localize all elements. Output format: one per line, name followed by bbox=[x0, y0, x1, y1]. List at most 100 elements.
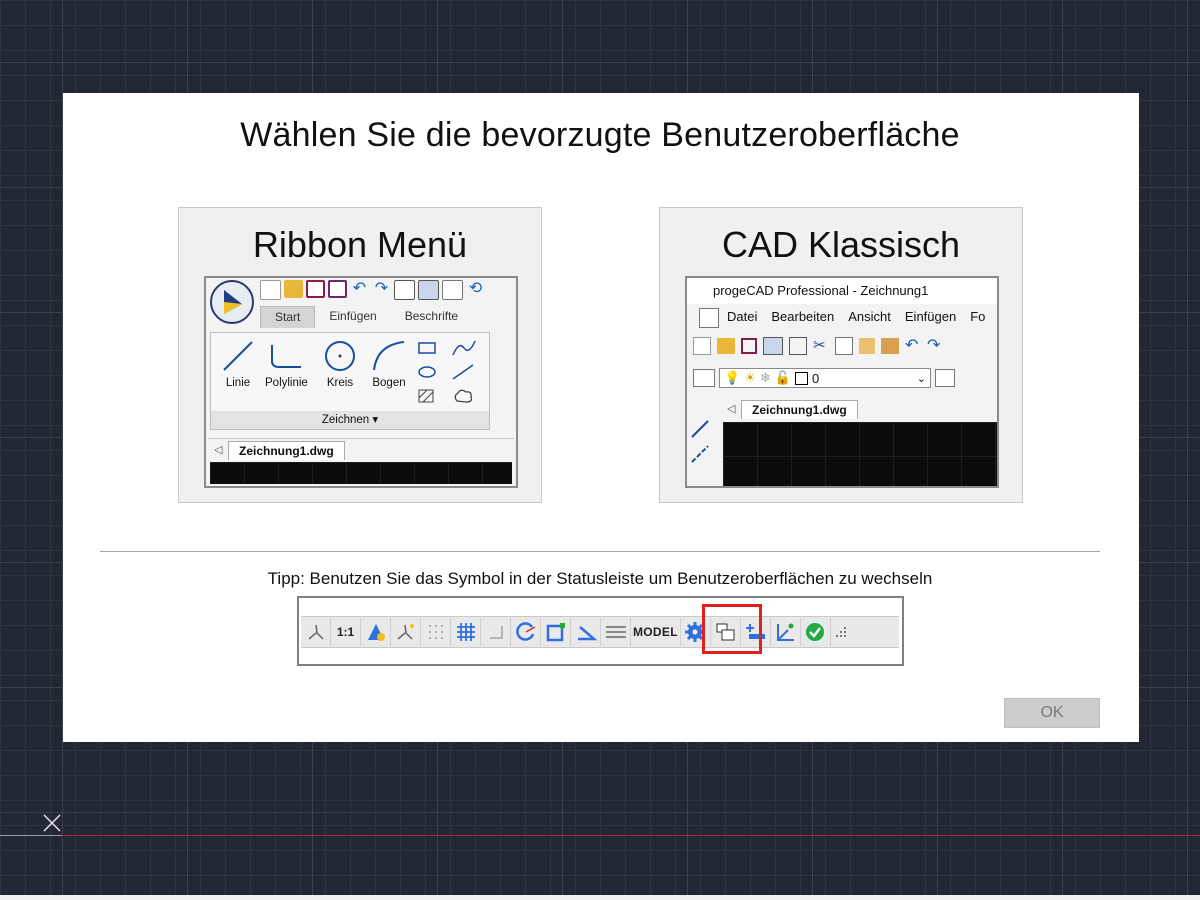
polyline-tool: Polylinie bbox=[265, 339, 308, 389]
layer-dropdown: 💡 ☀ ❄ 🔓 0 ⌄ bbox=[719, 368, 931, 388]
snap-icon bbox=[421, 618, 451, 646]
layer-previous-icon bbox=[935, 369, 955, 387]
tab-insert: Einfügen bbox=[329, 309, 377, 323]
save-icon bbox=[741, 338, 757, 354]
doc-tab-drawing1: Zeichnung1.dwg bbox=[741, 400, 858, 419]
paste-icon bbox=[859, 338, 875, 354]
ribbon-preview: ↶ ↷ ⟲ Start Einfügen Beschrifte Linie Po… bbox=[204, 276, 518, 488]
side-toolbar bbox=[689, 418, 719, 468]
auto-scale-icon bbox=[391, 618, 421, 646]
polyline-label: Polylinie bbox=[265, 377, 308, 389]
copy-icon bbox=[835, 337, 853, 355]
print-icon bbox=[418, 280, 439, 300]
grid-icon bbox=[451, 618, 481, 646]
check-icon bbox=[801, 618, 831, 646]
doc-tab-drawing1: Zeichnung1.dwg bbox=[228, 441, 345, 460]
statusbar: 1:1 MODEL bbox=[301, 616, 899, 648]
gear-icon[interactable] bbox=[681, 618, 711, 646]
document-tabs: ◁ Zeichnung1.dwg bbox=[721, 398, 997, 420]
circle-tool: Kreis bbox=[323, 339, 357, 389]
model-space-button: MODEL bbox=[631, 618, 681, 646]
open-folder-icon bbox=[717, 338, 735, 354]
option-classic-title: CAD Klassisch bbox=[721, 224, 961, 265]
bottom-strip bbox=[0, 895, 1200, 900]
match-properties-icon bbox=[881, 338, 899, 354]
properties-icon bbox=[442, 280, 463, 300]
statusbar-preview: 1:1 MODEL bbox=[297, 596, 904, 666]
freeze-icon: ❄ bbox=[759, 370, 771, 385]
draw-panel-title: Zeichnen bbox=[321, 414, 370, 426]
menu-view: Ansicht bbox=[848, 309, 891, 324]
line-tool: Linie bbox=[221, 339, 255, 389]
draw-panel-label: Zeichnen ▾ bbox=[211, 411, 489, 429]
ribbon-tabs: Start Einfügen Beschrifte bbox=[260, 306, 472, 328]
dialog-title: Wählen Sie die bevorzugte Benutzeroberfl… bbox=[240, 116, 960, 154]
classic-preview: progeCAD Professional - Zeichnung1 Datei… bbox=[685, 276, 999, 488]
dynamic-input-icon bbox=[741, 618, 771, 646]
window-switch-icon bbox=[711, 618, 741, 646]
tab-start: Start bbox=[260, 306, 316, 328]
osnap-icon bbox=[541, 618, 571, 646]
arc-label: Bogen bbox=[372, 377, 406, 389]
otrack-icon bbox=[571, 618, 601, 646]
open-folder-icon bbox=[284, 280, 303, 298]
cad-x-axis bbox=[62, 835, 1200, 836]
preview-icon bbox=[394, 280, 415, 300]
menu-insert: Einfügen bbox=[904, 309, 957, 324]
ok-button[interactable]: OK bbox=[1004, 698, 1100, 728]
annotation-visibility-icon bbox=[301, 618, 331, 646]
document-tabs: ◁ Zeichnung1.dwg bbox=[208, 438, 514, 463]
line-icon bbox=[223, 341, 253, 371]
window-title: progeCAD Professional - Zeichnung1 bbox=[687, 278, 997, 304]
option-ribbon-title: Ribbon Menü bbox=[252, 224, 468, 265]
lock-icon: 🔓 bbox=[774, 370, 791, 385]
preview-icon bbox=[789, 337, 807, 355]
menu-format: Fo bbox=[970, 309, 986, 324]
line-icon bbox=[691, 420, 709, 438]
cut-icon: ✂ bbox=[813, 337, 826, 354]
layer-value: 0 bbox=[811, 370, 820, 386]
menu-bar: Datei Bearbeiten Ansicht Einfügen Fo bbox=[687, 306, 997, 328]
circle-label: Kreis bbox=[326, 377, 354, 389]
separator bbox=[100, 551, 1100, 552]
polar-icon bbox=[511, 618, 541, 646]
redo-icon: ↷ bbox=[374, 280, 389, 297]
drawing-area bbox=[210, 462, 512, 484]
app-logo-icon bbox=[210, 280, 254, 324]
standard-toolbar: ✂ ↶ ↷ bbox=[693, 334, 943, 358]
quick-access-toolbar: ↶ ↷ ⟲ bbox=[260, 280, 485, 300]
line-label: Linie bbox=[225, 377, 251, 389]
annotation-scale-icon bbox=[361, 618, 391, 646]
sun-icon: ☀ bbox=[744, 370, 756, 385]
lineweight-icon bbox=[601, 618, 631, 646]
print-icon bbox=[763, 337, 783, 355]
undo-icon: ↶ bbox=[352, 280, 367, 297]
option-ribbon-card[interactable]: Ribbon Menü ↶ ↷ ⟲ Start Einfügen Beschri… bbox=[178, 207, 542, 503]
menu-edit: Bearbeiten bbox=[771, 309, 835, 324]
circle-icon bbox=[325, 341, 355, 371]
layer-manager-icon bbox=[693, 369, 715, 387]
arc-tool: Bogen bbox=[371, 339, 407, 389]
cloud-icon bbox=[451, 387, 485, 405]
save-icon bbox=[306, 280, 325, 298]
drawing-area bbox=[723, 422, 997, 486]
arc-icon bbox=[373, 341, 405, 371]
ellipse-icon bbox=[417, 363, 451, 381]
option-classic-card[interactable]: CAD Klassisch progeCAD Professional - Ze… bbox=[659, 207, 1023, 503]
color-swatch bbox=[794, 371, 808, 385]
bulb-icon: 💡 bbox=[724, 370, 741, 385]
annotation-scale: 1:1 bbox=[331, 618, 361, 646]
tab-annotate: Beschrifte bbox=[404, 309, 459, 323]
ortho-icon bbox=[481, 618, 511, 646]
refresh-icon: ⟲ bbox=[468, 280, 483, 297]
ucs-cross-icon bbox=[43, 814, 61, 832]
resize-grip-icon bbox=[831, 618, 851, 646]
tab-scroll-icon: ◁ bbox=[214, 444, 223, 456]
chevron-down-icon: ⌄ bbox=[916, 372, 926, 385]
tab-scroll-icon: ◁ bbox=[727, 403, 736, 415]
spline-icon bbox=[451, 339, 485, 357]
polyline-icon bbox=[271, 345, 302, 368]
save-as-icon bbox=[328, 280, 347, 298]
ray-icon bbox=[691, 445, 709, 463]
undo-icon: ↶ bbox=[905, 337, 919, 354]
